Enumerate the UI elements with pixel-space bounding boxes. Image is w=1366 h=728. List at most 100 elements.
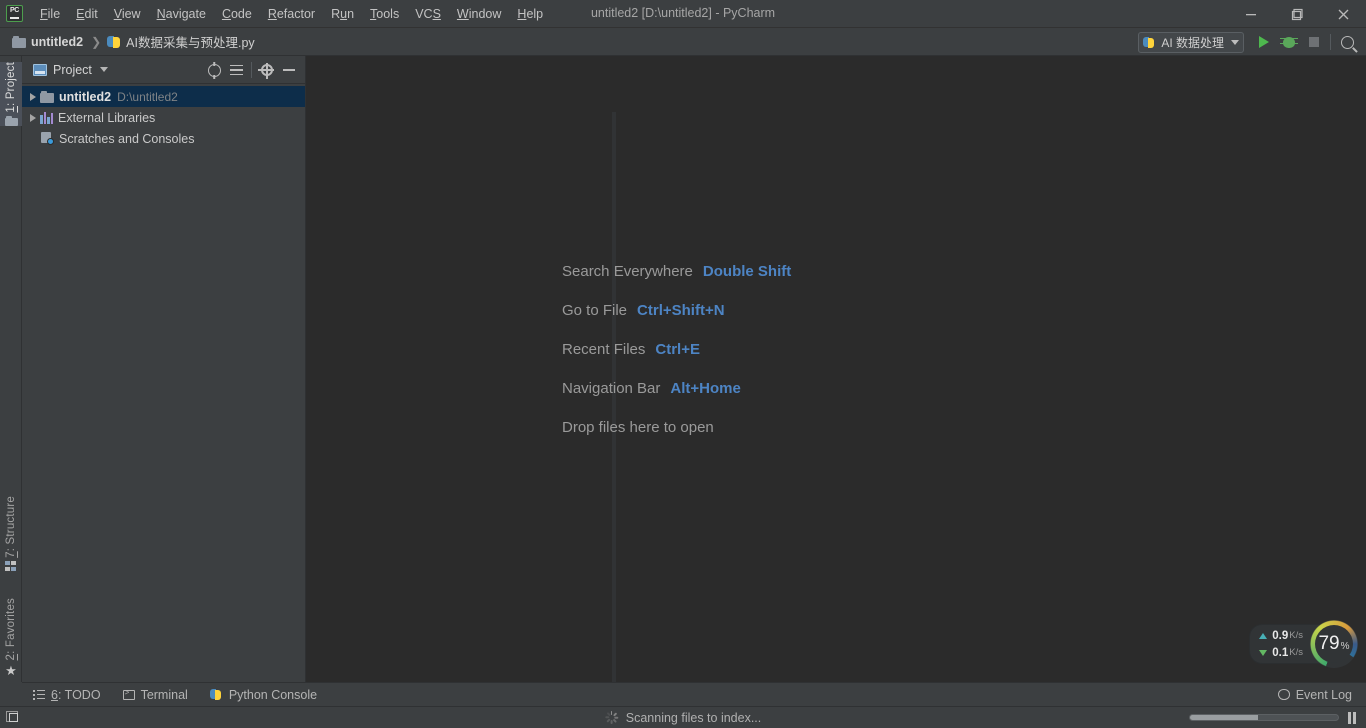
- tree-row-untitled2[interactable]: untitled2 D:\untitled2: [22, 86, 305, 107]
- toolbar-divider: [1330, 34, 1331, 50]
- expand-toggle-placeholder: [26, 128, 40, 149]
- project-panel-header: Project: [22, 56, 305, 84]
- bottom-tab-python-console[interactable]: Python Console: [199, 683, 328, 707]
- project-panel-actions: [203, 56, 300, 84]
- indexing-progress-bar: [1189, 714, 1339, 721]
- bottom-tab-terminal[interactable]: Terminal: [112, 683, 199, 707]
- menu-item-edit[interactable]: Edit: [68, 4, 106, 24]
- play-icon: [1258, 36, 1269, 48]
- tree-row-external-libraries[interactable]: External Libraries: [22, 107, 305, 128]
- sidebar-item-project[interactable]: 1: Project: [0, 62, 22, 126]
- close-button[interactable]: [1320, 0, 1366, 28]
- settings-button[interactable]: [256, 59, 278, 81]
- window-layout-icon[interactable]: [6, 711, 20, 724]
- tree-row-scratches-and-consoles[interactable]: Scratches and Consoles: [22, 128, 305, 149]
- breadcrumb-separator: ❯: [91, 34, 102, 49]
- breadcrumb-project[interactable]: untitled2: [8, 33, 87, 51]
- expand-toggle-icon[interactable]: [26, 86, 40, 107]
- download-speed-value: 0.1: [1272, 646, 1289, 659]
- sidebar-item-structure-label: 7: Structure: [5, 496, 17, 558]
- status-progress-container: [1189, 711, 1360, 724]
- hint-recent-files: Recent Files Ctrl+E: [562, 330, 791, 369]
- breadcrumb-file[interactable]: AI数据采集与预处理.py: [103, 30, 259, 53]
- arrow-down-icon: [1259, 649, 1268, 656]
- project-tool-window: Project untitled2 D:\untitled2 External …: [22, 56, 306, 682]
- sidebar-item-favorites[interactable]: 2: Favorites ★: [0, 598, 22, 677]
- expand-toggle-icon[interactable]: [26, 107, 40, 128]
- hint-label: Search Everywhere: [562, 263, 693, 280]
- download-speed-unit: K/s: [1289, 647, 1303, 658]
- menu-item-navigate[interactable]: Navigate: [149, 4, 214, 24]
- indexing-progress-fill: [1190, 715, 1259, 720]
- project-icon: [4, 115, 18, 126]
- minimize-button[interactable]: [1228, 0, 1274, 28]
- editor-empty-area[interactable]: Search Everywhere Double Shift Go to Fil…: [306, 56, 1366, 728]
- menu-item-file[interactable]: File: [32, 4, 68, 24]
- event-log-button[interactable]: Event Log: [1272, 683, 1358, 707]
- menu-item-vcs[interactable]: VCS: [407, 4, 449, 24]
- tree-row-label: Scratches and Consoles: [59, 131, 195, 146]
- bug-icon: [1279, 36, 1298, 48]
- menu-item-window[interactable]: Window: [449, 4, 509, 24]
- menu-item-help[interactable]: Help: [509, 4, 551, 24]
- search-everywhere-button[interactable]: [1336, 31, 1359, 54]
- sidebar-item-project-label: 1: Project: [5, 62, 17, 113]
- python-config-icon: [1143, 36, 1156, 49]
- hint-shortcut: Alt+Home: [670, 380, 741, 397]
- menu-item-run[interactable]: Run: [323, 4, 362, 24]
- tree-row-label: External Libraries: [58, 110, 156, 125]
- folder-icon: [12, 35, 26, 48]
- minimize-icon: [1246, 14, 1256, 16]
- title-bar: PC File Edit View Navigate Code Refactor…: [0, 0, 1366, 28]
- status-message-container: Scanning files to index...: [0, 711, 1366, 725]
- speech-bubble-icon: [1277, 689, 1290, 700]
- sidebar-item-structure[interactable]: 7: Structure: [0, 496, 22, 572]
- stop-button[interactable]: [1302, 31, 1325, 54]
- debug-button[interactable]: [1277, 31, 1300, 54]
- hint-search-everywhere: Search Everywhere Double Shift: [562, 252, 791, 291]
- sidebar-item-favorites-label: 2: Favorites: [5, 598, 17, 661]
- main-menu: File Edit View Navigate Code Refactor Ru…: [32, 0, 551, 28]
- hint-go-to-file: Go to File Ctrl+Shift+N: [562, 291, 791, 330]
- window-controls: [1228, 0, 1366, 28]
- collapse-all-button[interactable]: [225, 59, 247, 81]
- bottom-tab-todo-label: 6: TODO: [51, 687, 101, 702]
- maximize-button[interactable]: [1274, 0, 1320, 28]
- hint-navigation-bar: Navigation Bar Alt+Home: [562, 369, 791, 408]
- collapse-all-icon: [229, 64, 243, 77]
- pause-icon[interactable]: [1347, 711, 1358, 724]
- run-configuration-label: AI 数据处理: [1161, 35, 1224, 50]
- pycharm-logo-icon: PC: [6, 5, 23, 22]
- chevron-down-icon: [1231, 39, 1239, 45]
- spinner-icon: [604, 711, 618, 724]
- run-button[interactable]: [1252, 31, 1275, 54]
- pycharm-logo-text: PC: [9, 7, 20, 14]
- project-view-icon: [33, 63, 47, 76]
- status-bar: Scanning files to index...: [0, 706, 1366, 728]
- bottom-tab-terminal-label: Terminal: [140, 687, 188, 702]
- pycharm-window: PC File Edit View Navigate Code Refactor…: [0, 0, 1366, 728]
- search-icon: [1341, 35, 1354, 49]
- bottom-tab-todo[interactable]: 6: TODO: [22, 683, 112, 707]
- memory-gauge[interactable]: 79 %: [1310, 620, 1358, 668]
- terminal-icon: [122, 688, 135, 700]
- breadcrumb-project-label: untitled2: [31, 34, 84, 49]
- menu-item-code[interactable]: Code: [214, 4, 260, 24]
- hint-label: Go to File: [562, 302, 628, 319]
- editor-hints-list: Search Everywhere Double Shift Go to Fil…: [562, 252, 791, 447]
- python-console-icon: [209, 688, 223, 701]
- menu-item-view[interactable]: View: [106, 4, 149, 24]
- bottom-tab-python-console-label: Python Console: [228, 687, 318, 702]
- hint-drop-files: Drop files here to open: [562, 408, 791, 447]
- hide-panel-button[interactable]: [278, 59, 300, 81]
- menu-item-tools[interactable]: Tools: [362, 4, 407, 24]
- run-configuration-selector[interactable]: AI 数据处理: [1138, 31, 1244, 53]
- locate-file-button[interactable]: [203, 59, 225, 81]
- tree-row-label: untitled2: [59, 89, 112, 104]
- bottom-tool-window-bar: 6: TODO Terminal Python Console Event Lo…: [22, 682, 1366, 706]
- upload-speed-row: 0.9 K/s: [1259, 628, 1303, 643]
- menu-item-refactor[interactable]: Refactor: [260, 4, 323, 24]
- download-speed-row: 0.1 K/s: [1259, 645, 1303, 660]
- chevron-down-icon[interactable]: [99, 67, 108, 72]
- hint-label: Navigation Bar: [562, 380, 661, 397]
